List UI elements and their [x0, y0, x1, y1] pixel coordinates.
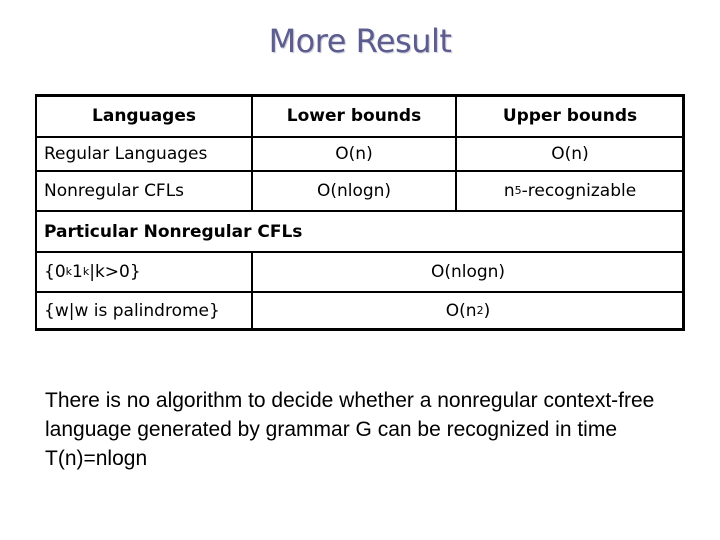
slide-title: More Result	[268, 22, 452, 60]
cell-lower-bound: O(n)	[335, 144, 373, 164]
section-header: Particular Nonregular CFLs	[44, 221, 303, 242]
cell-upper-bound: O(n)	[551, 144, 589, 164]
upper-rest: -recognizable	[521, 181, 637, 201]
cell-language: Nonregular CFLs	[44, 181, 185, 201]
header-languages: Languages	[92, 106, 196, 126]
upper-base: n	[503, 181, 515, 201]
header-upper-bounds: Upper bounds	[502, 106, 638, 126]
cell-language: {w|w is palindrome}	[44, 301, 220, 321]
cell-language: {0 k 1 k |k>0}	[44, 262, 141, 282]
cell-bound: O(nlogn)	[430, 262, 506, 282]
header-lower-bounds: Lower bounds	[286, 106, 422, 126]
lang-part: 1	[72, 262, 83, 282]
cell-upper-bound: n 5 -recognizable	[503, 181, 637, 201]
bound-base: O(n	[445, 301, 477, 321]
bound-rest: )	[483, 301, 491, 321]
note-text: There is no algorithm to decide whether …	[45, 389, 655, 470]
lang-part: |k>0}	[89, 262, 141, 282]
lang-part: {0	[44, 262, 66, 282]
cell-bound: O(n 2)	[445, 301, 491, 321]
cell-lower-bound: O(nlogn)	[316, 181, 392, 201]
cell-language: Regular Languages	[44, 144, 208, 164]
